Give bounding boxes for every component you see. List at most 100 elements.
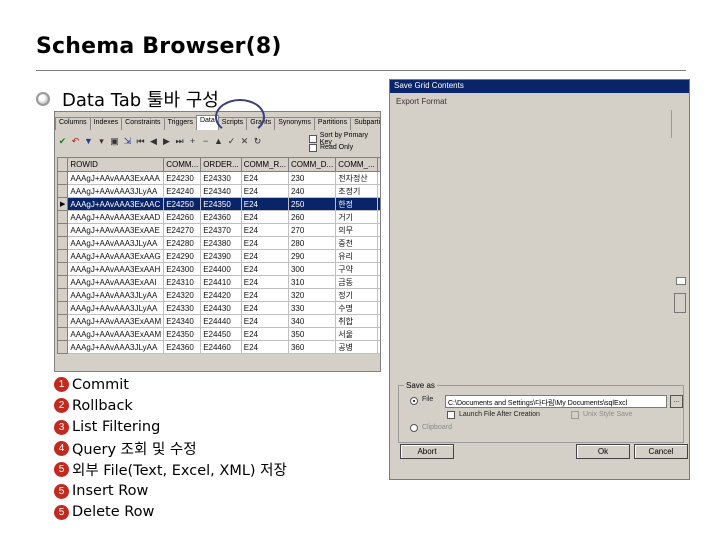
row-header-cell[interactable] <box>56 314 69 328</box>
grid-corner-cell[interactable] <box>56 157 69 172</box>
table-cell[interactable]: 260 <box>287 210 337 224</box>
tab-subpartitions[interactable]: Subpartitions <box>350 117 380 130</box>
insert-row-icon[interactable]: + <box>187 136 198 147</box>
table-cell[interactable]: E24 <box>240 301 289 315</box>
table-cell[interactable]: E24350 <box>163 327 202 341</box>
first-record-icon[interactable]: ⏮ <box>135 136 146 147</box>
column-header[interactable]: ROWID <box>67 157 165 172</box>
row-header-cell[interactable] <box>56 275 69 289</box>
read-only-checkbox[interactable] <box>309 143 317 152</box>
table-cell[interactable]: AAAgJ+AAvAAA3JLyAA <box>67 288 165 302</box>
table-row[interactable]: AAAgJ+AAvAAA3JLyAAE24320E24420E24320정기EY <box>56 288 380 302</box>
dialog-scroll-thumb[interactable] <box>674 293 686 313</box>
table-cell[interactable]: E24390 <box>200 249 242 263</box>
table-cell[interactable]: E24360 <box>163 340 202 354</box>
table-cell[interactable]: E24330 <box>200 171 242 185</box>
dropdown-icon[interactable]: ▾ <box>96 136 107 147</box>
unix-style-checkbox[interactable] <box>571 411 579 419</box>
table-cell[interactable]: 360 <box>287 340 337 354</box>
table-row[interactable]: AAAgJ+AAvAAA3ExAAGE24290E24390E24290유리EY <box>56 249 380 263</box>
prev-record-icon[interactable]: ◀ <box>148 136 159 147</box>
table-cell[interactable]: 300 <box>287 262 337 276</box>
table-cell[interactable]: E24400 <box>200 262 242 276</box>
table-cell[interactable]: AAAgJ+AAvAAA3JLyAA <box>67 301 165 315</box>
table-cell[interactable]: E24 <box>240 340 289 354</box>
filter-icon[interactable]: ▼ <box>83 136 94 147</box>
table-cell[interactable]: AAAgJ+AAvAAA3ExAAG <box>67 249 165 263</box>
table-cell[interactable]: E24 <box>240 314 289 328</box>
table-cell[interactable]: AAAgJ+AAvAAA3ExAAM <box>67 327 165 341</box>
table-cell[interactable]: AAAgJ+AAvAAA3ExAAI <box>67 275 165 289</box>
table-cell[interactable]: E24 <box>240 171 289 185</box>
table-cell[interactable]: 290 <box>287 249 337 263</box>
commit-icon[interactable]: ✔ <box>57 136 68 147</box>
table-cell[interactable]: 중천 <box>335 236 378 250</box>
delete-row-icon[interactable]: − <box>200 136 211 147</box>
table-cell[interactable]: E24 <box>240 223 289 237</box>
table-cell[interactable]: E24330 <box>163 301 202 315</box>
table-cell[interactable] <box>376 197 380 211</box>
table-cell[interactable]: 취합 <box>335 314 378 328</box>
row-header-cell[interactable] <box>56 340 69 354</box>
table-cell[interactable]: 거기 <box>335 210 378 224</box>
table-cell[interactable]: E24280 <box>163 236 202 250</box>
table-cell[interactable]: E24260 <box>163 210 202 224</box>
table-row[interactable]: AAAgJ+AAvAAA3ExAAHE24300E24400E24300구약EY <box>56 262 380 276</box>
table-cell[interactable]: E24230 <box>163 171 202 185</box>
column-header[interactable]: COMM_D... <box>287 157 337 172</box>
row-header-cell[interactable] <box>56 184 69 198</box>
table-cell[interactable] <box>376 171 380 185</box>
row-header-cell[interactable] <box>56 301 69 315</box>
table-cell[interactable] <box>376 223 380 237</box>
table-cell[interactable]: E24 <box>240 236 289 250</box>
table-cell[interactable]: 수명 <box>335 301 378 315</box>
table-row[interactable]: AAAgJ+AAvAAA3ExAAEE24270E24370E24270의무EY <box>56 223 380 237</box>
table-cell[interactable]: E24 <box>240 197 289 211</box>
table-cell[interactable]: 320 <box>287 288 337 302</box>
table-cell[interactable]: 340 <box>287 314 337 328</box>
table-cell[interactable] <box>376 210 380 224</box>
table-cell[interactable]: E24320 <box>163 288 202 302</box>
table-cell[interactable]: 공병 <box>335 340 378 354</box>
clipboard-radio[interactable] <box>410 424 418 432</box>
table-cell[interactable]: E24360 <box>200 210 242 224</box>
table-cell[interactable]: E24350 <box>200 197 242 211</box>
table-cell[interactable]: E24410 <box>200 275 242 289</box>
table-cell[interactable]: E24 <box>240 275 289 289</box>
row-header-cell[interactable] <box>56 223 69 237</box>
table-cell[interactable] <box>376 275 380 289</box>
launch-file-checkbox[interactable] <box>447 411 455 419</box>
next-record-icon[interactable]: ▶ <box>161 136 172 147</box>
export-icon[interactable]: ⇲ <box>122 136 133 147</box>
table-cell[interactable]: 정기 <box>335 288 378 302</box>
tab-partitions[interactable]: Partitions <box>313 117 352 130</box>
table-row[interactable]: AAAgJ+AAvAAA3JLyAAE24330E24430E24330수명EY <box>56 301 380 315</box>
post-edit-icon[interactable]: ✓ <box>226 136 237 147</box>
table-cell[interactable]: 한정 <box>335 197 378 211</box>
table-cell[interactable]: 270 <box>287 223 337 237</box>
row-header-cell[interactable] <box>56 288 69 302</box>
table-cell[interactable]: AAAgJ+AAvAAA3ExAAE <box>67 223 165 237</box>
table-cell[interactable]: 의무 <box>335 223 378 237</box>
table-cell[interactable]: 조정기 <box>335 184 378 198</box>
table-cell[interactable] <box>376 288 380 302</box>
query-icon[interactable]: ▣ <box>109 136 120 147</box>
row-header-cell[interactable] <box>56 262 69 276</box>
table-cell[interactable]: E24450 <box>200 327 242 341</box>
table-cell[interactable] <box>376 184 380 198</box>
table-cell[interactable] <box>376 262 380 276</box>
table-row[interactable]: AAAgJ+AAvAAA3ExAAME24340E24440E24340취합EY <box>56 314 380 328</box>
row-header-cell[interactable]: ▶ <box>56 197 69 211</box>
tab-columns[interactable]: Columns <box>55 117 91 130</box>
table-cell[interactable] <box>376 314 380 328</box>
edit-row-icon[interactable]: ▲ <box>213 136 224 147</box>
table-cell[interactable]: E24 <box>240 184 289 198</box>
table-cell[interactable]: AAAgJ+AAvAAA3ExAAM <box>67 314 165 328</box>
table-cell[interactable]: 330 <box>287 301 337 315</box>
table-cell[interactable]: AAAgJ+AAvAAA3JLyAA <box>67 184 165 198</box>
row-header-cell[interactable] <box>56 171 69 185</box>
table-cell[interactable]: E24310 <box>163 275 202 289</box>
table-cell[interactable]: AAAgJ+AAvAAA3JLyAA <box>67 340 165 354</box>
row-header-cell[interactable] <box>56 249 69 263</box>
table-cell[interactable]: 유리 <box>335 249 378 263</box>
